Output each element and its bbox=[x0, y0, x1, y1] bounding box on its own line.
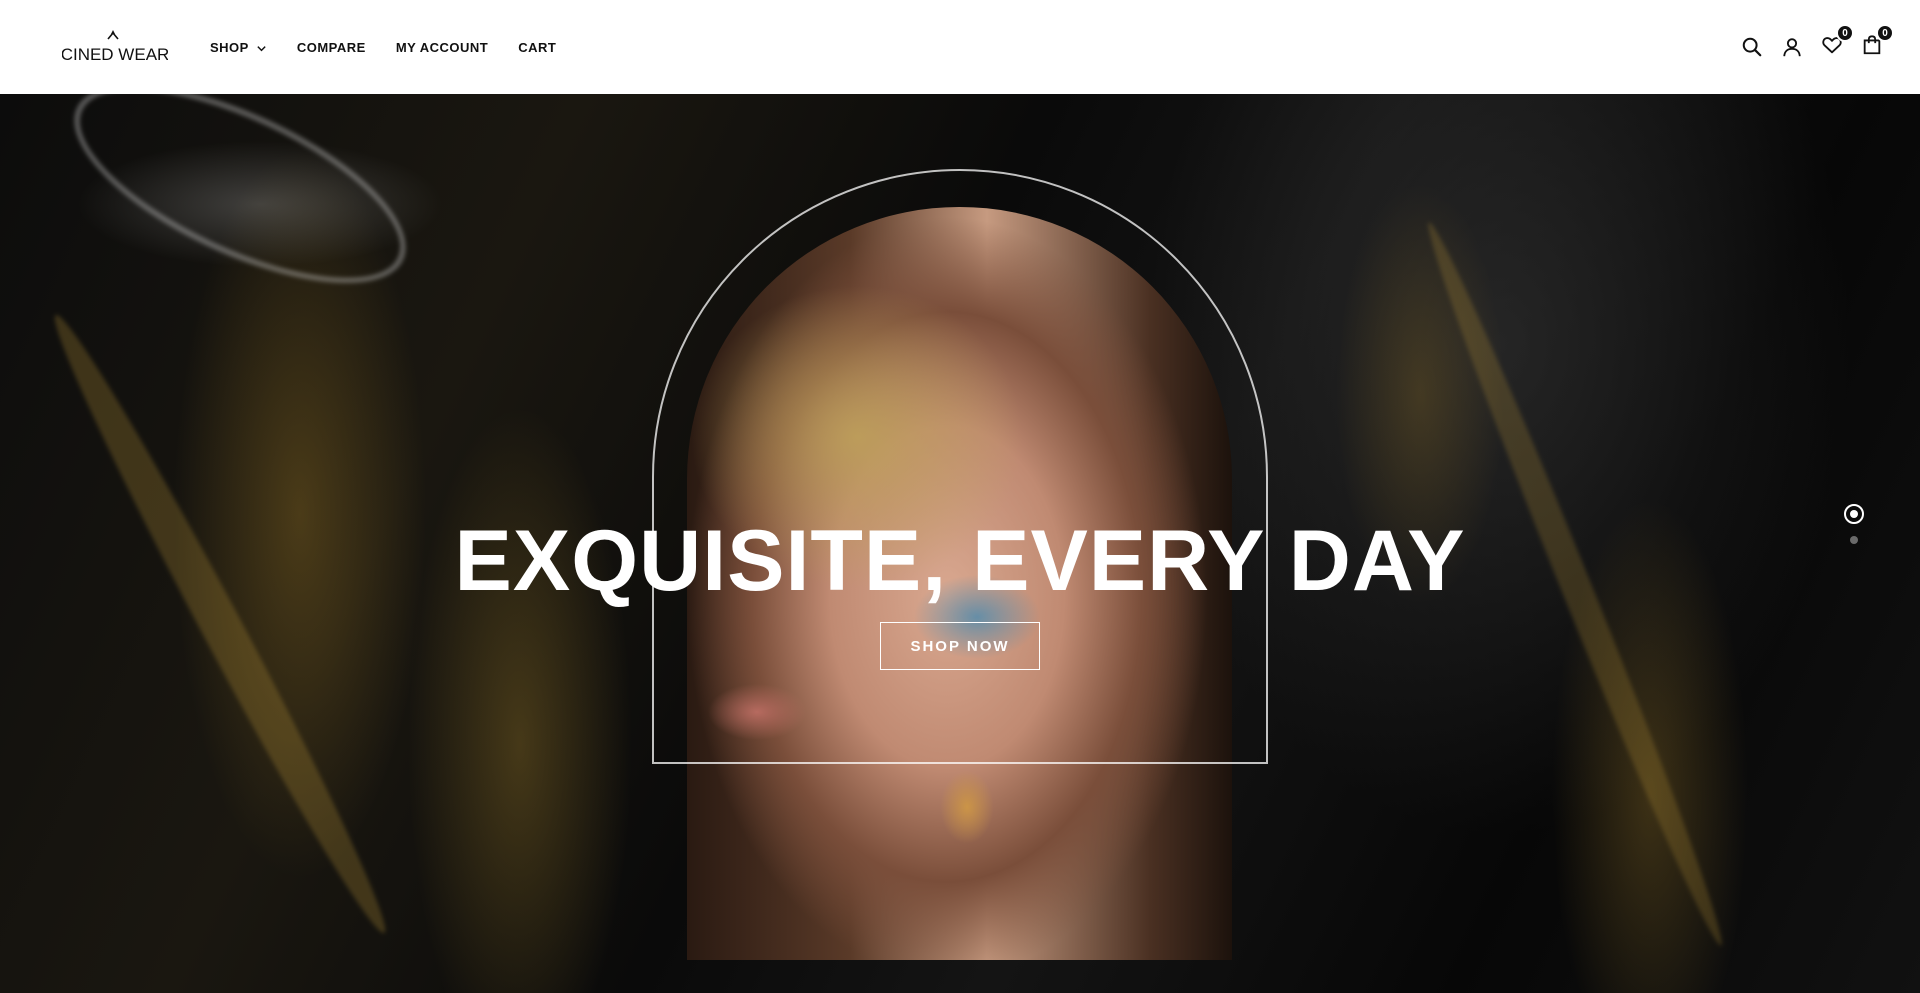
slider-pagination bbox=[1844, 504, 1864, 544]
nav-item-label: MY ACCOUNT bbox=[395, 39, 489, 55]
hero-headline: EXQUISITE, EVERY DAY bbox=[454, 513, 1466, 609]
wishlist-count-badge: 0 bbox=[1836, 24, 1854, 42]
slide-dot-1[interactable] bbox=[1844, 504, 1864, 524]
brand-logo[interactable]: CINED WEAR bbox=[61, 29, 169, 65]
hero-slider: EXQUISITE, EVERY DAY SHOP NOW bbox=[0, 94, 1920, 993]
slide-dot-2[interactable] bbox=[1850, 536, 1858, 544]
shop-now-button[interactable]: SHOP NOW bbox=[880, 622, 1040, 670]
header-icons: 0 0 bbox=[1740, 24, 1894, 59]
cart-button[interactable]: 0 bbox=[1860, 24, 1894, 59]
user-icon[interactable] bbox=[1780, 35, 1804, 59]
marble-swirl bbox=[47, 94, 433, 324]
chevron-down-icon bbox=[256, 42, 267, 53]
nav-item-cart[interactable]: CART bbox=[518, 27, 556, 67]
arch-outline bbox=[652, 169, 1268, 764]
nav-item-compare[interactable]: COMPARE bbox=[297, 27, 366, 67]
cart-count-badge: 0 bbox=[1876, 24, 1894, 42]
site-header: CINED WEAR SHOP COMPARE MY ACCOUNT CART bbox=[0, 0, 1920, 94]
nav-item-label: CART bbox=[518, 39, 557, 55]
wishlist-button[interactable]: 0 bbox=[1820, 24, 1854, 59]
search-icon[interactable] bbox=[1740, 35, 1764, 59]
nav-item-label: COMPARE bbox=[296, 39, 366, 55]
main-nav: SHOP COMPARE MY ACCOUNT CART bbox=[210, 27, 586, 67]
nav-item-label: SHOP bbox=[210, 39, 249, 55]
logo-text: CINED WEAR bbox=[62, 45, 168, 64]
nav-item-my-account[interactable]: MY ACCOUNT bbox=[396, 27, 488, 67]
nav-item-shop[interactable]: SHOP bbox=[210, 27, 267, 67]
gold-streak bbox=[38, 305, 402, 943]
